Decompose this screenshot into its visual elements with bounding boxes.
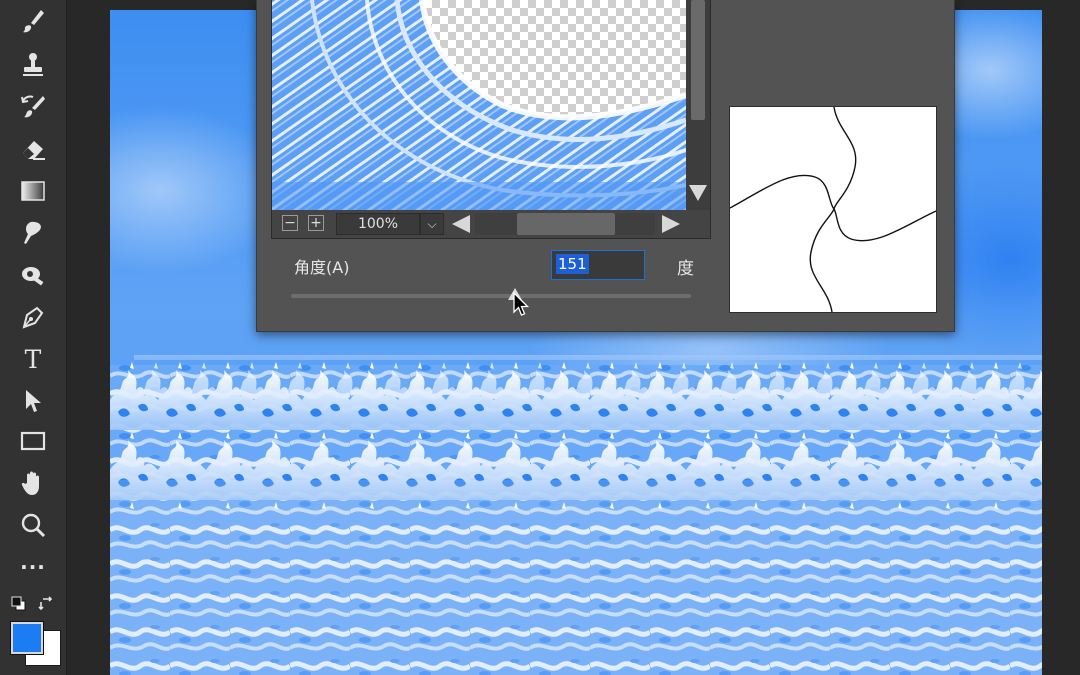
preview-horizontal-scroll-thumb[interactable]	[517, 213, 615, 235]
zoom-in-button[interactable]: +	[308, 215, 324, 231]
rectangle-tool-button[interactable]	[14, 424, 52, 458]
zoom-dropdown-button[interactable]: ⌵	[420, 213, 444, 235]
brush-icon	[23, 10, 44, 33]
scroll-right-arrow-icon[interactable]	[662, 215, 680, 233]
preview-vertical-scrollbar[interactable]	[686, 0, 710, 210]
type-icon: T	[24, 344, 42, 374]
plus-icon: +	[310, 215, 322, 231]
foreground-color-swatch[interactable]	[11, 622, 43, 654]
more-tools-icon: ···	[20, 555, 46, 579]
angle-unit-label: 度	[677, 259, 694, 279]
preview-zoom-bar: − + 100% ⌵	[272, 210, 710, 238]
brush-tool-button[interactable]	[14, 4, 52, 38]
scroll-left-arrow-icon[interactable]	[452, 215, 470, 233]
scroll-down-arrow-icon[interactable]	[689, 185, 707, 201]
angle-slider[interactable]	[291, 288, 691, 300]
twirl-diagram-icon	[729, 106, 937, 313]
eraser-icon	[23, 141, 45, 160]
hand-icon	[21, 471, 39, 495]
stamp-icon	[23, 53, 43, 76]
twirl-filter-dialog: − + 100% ⌵ 角度(A) 151 度	[256, 0, 955, 332]
type-tool-button[interactable]: T	[14, 342, 52, 376]
mouse-cursor-icon	[513, 292, 530, 316]
smudge-icon	[24, 221, 42, 244]
gradient-icon	[21, 181, 45, 201]
history-brush-tool-button[interactable]	[14, 90, 52, 124]
angle-label: 角度(A)	[294, 258, 350, 277]
hand-tool-button[interactable]	[14, 466, 52, 500]
angle-input[interactable]: 151	[551, 250, 645, 280]
tools-panel: T ···	[0, 0, 67, 675]
eraser-tool-button[interactable]	[14, 132, 52, 166]
pen-tool-button[interactable]	[14, 300, 52, 334]
swap-colors-icon[interactable]	[38, 596, 54, 612]
twirl-preview-graphic	[272, 0, 686, 210]
dodge-icon	[22, 267, 44, 286]
zoom-level-display[interactable]: 100%	[336, 213, 420, 235]
history-brush-icon	[21, 95, 45, 118]
preview-vertical-scroll-thumb[interactable]	[691, 0, 705, 120]
minus-icon: −	[284, 215, 296, 231]
gradient-tool-button[interactable]	[14, 174, 52, 208]
chevron-down-icon: ⌵	[427, 217, 437, 231]
filter-preview-image[interactable]	[272, 0, 686, 210]
default-colors-icon[interactable]	[11, 596, 27, 612]
color-swatches	[8, 592, 61, 672]
dodge-tool-button[interactable]	[14, 258, 52, 292]
more-tools-button[interactable]: ···	[14, 550, 52, 584]
pen-icon	[22, 306, 44, 329]
zoom-tool-button[interactable]	[14, 508, 52, 542]
filter-preview-panel: − + 100% ⌵	[271, 0, 711, 239]
zoom-icon	[21, 513, 46, 538]
zoom-out-button[interactable]: −	[282, 215, 298, 231]
path-select-icon	[26, 390, 41, 412]
angle-value: 151	[556, 254, 589, 274]
preview-horizontal-scrollbar[interactable]	[475, 213, 655, 235]
twirl-angle-diagram	[729, 106, 937, 313]
smudge-tool-button[interactable]	[14, 216, 52, 250]
path-select-tool-button[interactable]	[14, 384, 52, 418]
rectangle-icon	[20, 431, 46, 451]
stamp-tool-button[interactable]	[14, 48, 52, 82]
